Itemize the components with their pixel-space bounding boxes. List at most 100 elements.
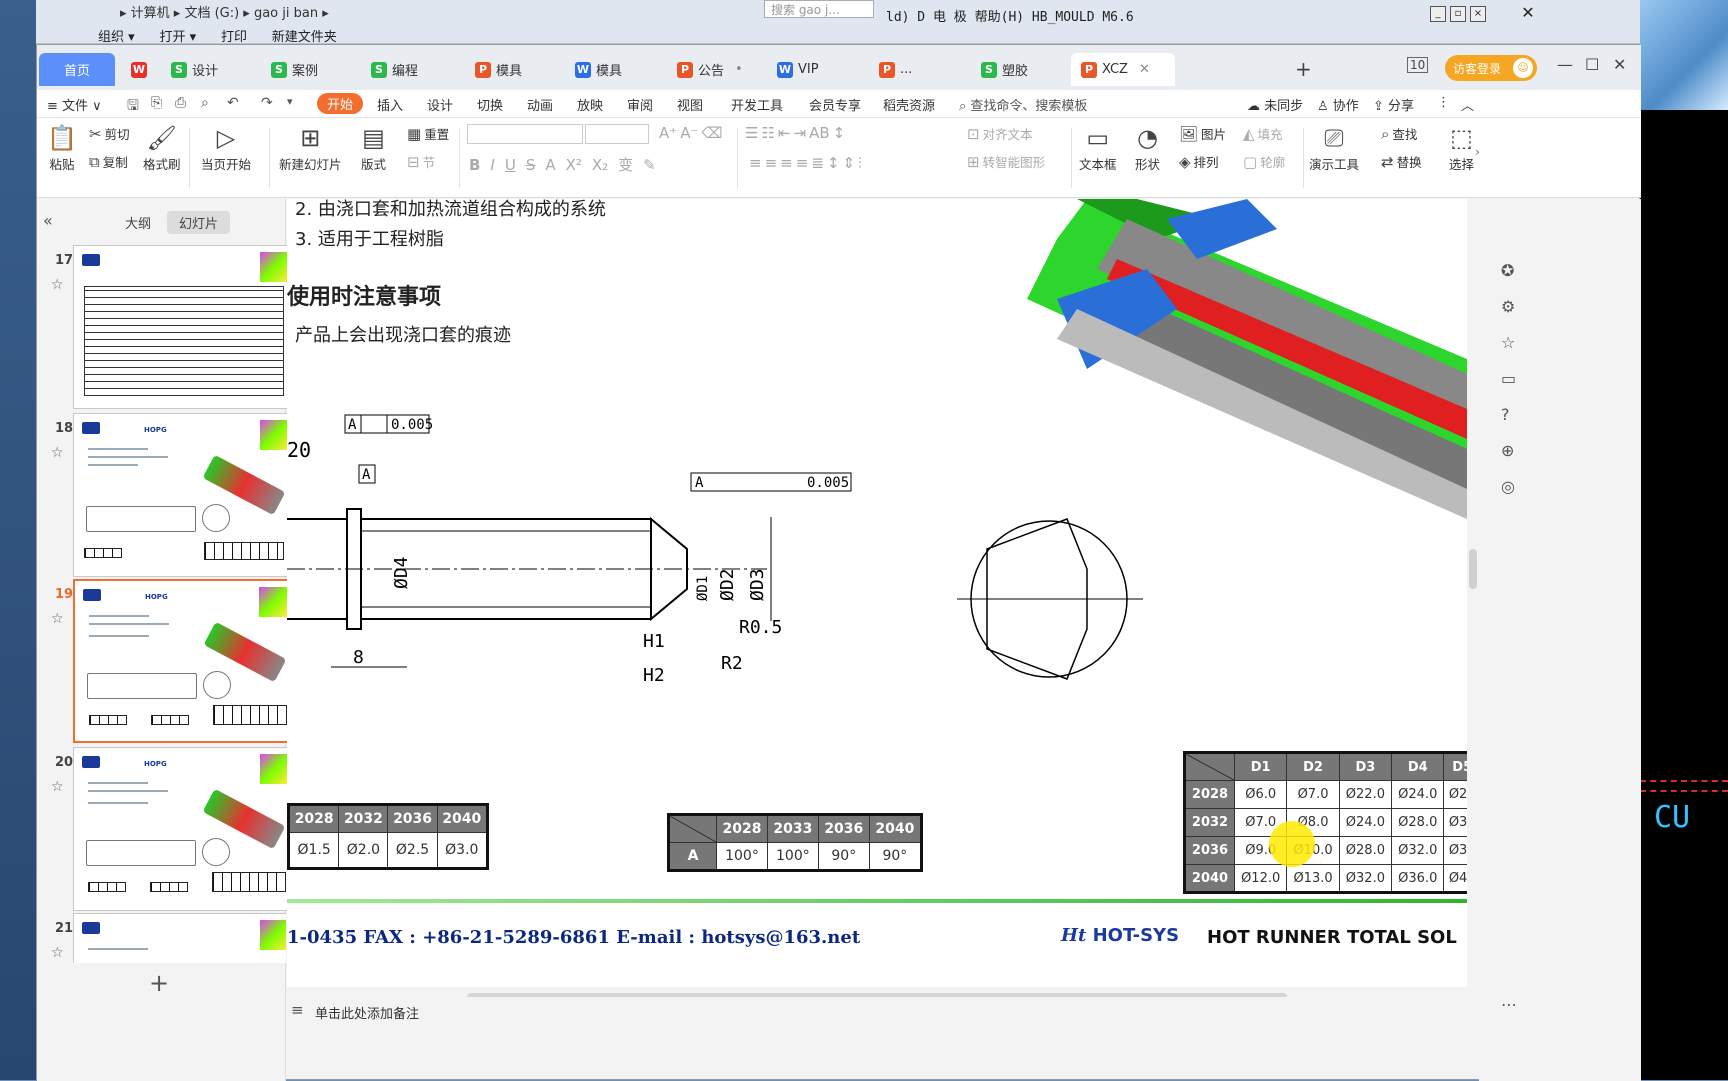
explorer-print[interactable]: 打印	[221, 30, 247, 45]
menu-member[interactable]: 会员专享	[809, 95, 861, 114]
cad-close-button[interactable]: ×	[1470, 6, 1486, 22]
cad-minimize-button[interactable]: _	[1430, 6, 1446, 22]
slide-canvas[interactable]: 2. 由浇口套和加热流道组合构成的系统 3. 适用于工程树脂 使用时注意事项 产…	[287, 199, 1467, 987]
font-family-select[interactable]	[467, 124, 583, 144]
pin-icon[interactable]: ☆	[1501, 333, 1515, 352]
tab-close-icon[interactable]: ✕	[1139, 62, 1150, 77]
menu-slideshow[interactable]: 放映	[577, 95, 603, 114]
explorer-organize[interactable]: 组织 ▾	[98, 30, 135, 45]
copy-button[interactable]: ⧉ 复制	[89, 152, 128, 171]
tab-app-icon[interactable]: W	[121, 53, 157, 86]
reset-button[interactable]: ▦ 重置	[407, 124, 449, 143]
more-icon[interactable]: ⋮	[1437, 95, 1450, 110]
list-buttons[interactable]: ☰ ☷ ⇤ ⇥ AB ↕	[745, 124, 845, 142]
vertical-scrollbar[interactable]	[1467, 199, 1479, 987]
picture-button[interactable]: 🖼 图片	[1179, 124, 1226, 143]
text-format-buttons[interactable]: B I U S A X² X₂ 变 ✎	[469, 154, 656, 175]
notes-placeholder[interactable]: 单击此处添加备注	[315, 1003, 419, 1022]
backup-icon[interactable]: ⊕	[1501, 441, 1514, 460]
tab-doc-8[interactable]: P ...	[869, 53, 965, 86]
outline-button[interactable]: ▢ 轮廓	[1243, 152, 1285, 171]
new-slide-button[interactable]: ⊞ 新建幻灯片	[279, 124, 342, 173]
preview-icon[interactable]: ⌕	[201, 95, 209, 111]
menu-insert[interactable]: 插入	[377, 95, 403, 114]
sync-status[interactable]: ☁ 未同步	[1247, 95, 1303, 114]
tab-doc-7[interactable]: W VIP	[767, 53, 863, 86]
collapse-ribbon-icon[interactable]: ︿	[1461, 95, 1474, 114]
export-icon[interactable]: ⎘	[151, 95, 162, 111]
comment-icon[interactable]: ▭	[1501, 369, 1516, 388]
select-button[interactable]: ⬚ 选择	[1449, 124, 1474, 173]
animation-pane-icon[interactable]: ✪	[1501, 261, 1514, 280]
tab-doc-3[interactable]: S 编程	[361, 53, 457, 86]
shape-button[interactable]: ◔ 形状	[1135, 124, 1160, 173]
ribbon-scroll-right-icon[interactable]: ›	[1475, 144, 1480, 159]
paste-button[interactable]: 📋 粘贴	[47, 124, 77, 173]
align-text-button[interactable]: ⊡ 对齐文本	[967, 124, 1033, 143]
tab-doc-2[interactable]: S 案例	[261, 53, 357, 86]
notes-bar[interactable]: ≡ 单击此处添加备注	[287, 997, 1479, 1025]
menu-transition[interactable]: 切换	[477, 95, 503, 114]
property-settings-icon[interactable]: ⚙	[1501, 297, 1515, 316]
explorer-breadcrumb[interactable]: ▸ 计算机 ▸ 文档 (G:) ▸ gao ji ban ▸	[120, 2, 329, 21]
help-icon[interactable]: ?	[1501, 405, 1510, 424]
slide-thumbnail[interactable]: HOPG	[73, 747, 295, 911]
tab-slides[interactable]: 幻灯片	[167, 211, 231, 234]
redo-icon[interactable]: ↷	[261, 95, 273, 111]
menu-view[interactable]: 视图	[677, 95, 703, 114]
menu-start[interactable]: 开始	[317, 93, 364, 114]
menu-design[interactable]: 设计	[427, 95, 453, 114]
slide-thumbnail[interactable]: HOPG	[73, 579, 295, 743]
explorer-search-input[interactable]: 搜索 gao j...	[764, 0, 874, 18]
print-icon[interactable]: ⎙	[175, 95, 186, 111]
cut-button[interactable]: ✂ 剪切	[89, 124, 130, 143]
tab-doc-6[interactable]: P 公告 •	[667, 53, 763, 86]
undo-icon[interactable]: ↶	[227, 95, 239, 111]
more-dropdown-icon[interactable]: ▾	[287, 95, 293, 108]
menu-animation[interactable]: 动画	[527, 95, 553, 114]
replace-button[interactable]: ⇄ 替换	[1381, 152, 1422, 171]
slide-thumbnail-row-selected[interactable]: 19 ☆ HOPG	[37, 579, 295, 743]
save-icon[interactable]: 🖫	[127, 95, 139, 119]
tab-doc-9[interactable]: S 塑胶	[971, 53, 1067, 86]
maximize-button[interactable]: ☐	[1585, 55, 1599, 74]
cad-restore-button[interactable]: ▫	[1450, 6, 1466, 22]
font-size-buttons[interactable]: A⁺ A⁻ ⌫	[659, 124, 723, 142]
menu-docer[interactable]: 稻壳资源	[883, 95, 935, 114]
align-buttons[interactable]: ≡ ≡ ≡ ≡ ≣ ↕ ⇕ ⫶	[749, 154, 862, 172]
font-size-select[interactable]	[585, 124, 649, 144]
new-tab-button[interactable]: +	[1295, 57, 1312, 81]
slide-thumbnail[interactable]: HOPG	[73, 413, 295, 577]
slide-thumbnail-row[interactable]: 21 ☆	[37, 913, 286, 963]
command-search[interactable]: ⌕ 查找命令、搜索模板	[959, 95, 1087, 114]
tab-count-icon[interactable]: 10	[1407, 57, 1429, 73]
tab-home[interactable]: 首页	[39, 53, 115, 86]
window-close-icon[interactable]: ✕	[1520, 5, 1536, 22]
explorer-open[interactable]: 打开 ▾	[159, 30, 196, 45]
layout-button[interactable]: ▤ 版式	[361, 124, 386, 173]
more-tools-icon[interactable]: ⋯	[1501, 995, 1517, 1014]
tab-doc-5[interactable]: W 模具	[565, 53, 661, 86]
fill-button[interactable]: ◭ 填充	[1243, 124, 1283, 143]
slide-thumbnail-row[interactable]: 18 ☆ HOPG	[37, 413, 295, 577]
menu-developer[interactable]: 开发工具	[731, 95, 783, 114]
tab-doc-1[interactable]: S 设计	[161, 53, 257, 86]
play-from-current-button[interactable]: ▷ 当页开始	[201, 124, 251, 173]
collaborate-button[interactable]: ♙ 协作	[1317, 95, 1359, 114]
arrange-button[interactable]: ◈ 排列	[1179, 152, 1219, 171]
find-button[interactable]: ⌕ 查找	[1381, 124, 1417, 143]
format-painter-button[interactable]: 🖌 格式刷	[143, 124, 181, 173]
smartart-button[interactable]: ⊞ 转智能图形	[967, 152, 1045, 171]
tab-doc-4[interactable]: P 模具	[465, 53, 561, 86]
slide-thumbnail-row[interactable]: 17 ☆	[37, 245, 295, 409]
tab-outline[interactable]: 大纲	[113, 211, 163, 234]
location-icon[interactable]: ◎	[1501, 477, 1515, 496]
share-button[interactable]: ⇪ 分享	[1373, 95, 1414, 114]
section-button[interactable]: ⊟ 节	[407, 152, 435, 171]
add-slide-button[interactable]: +	[149, 969, 169, 997]
scroll-thumb[interactable]	[1469, 549, 1477, 589]
present-tools-button[interactable]: ⎚ 演示工具	[1309, 124, 1359, 173]
slide-thumbnail[interactable]	[73, 913, 286, 963]
collapse-panel-icon[interactable]: «	[43, 211, 53, 230]
minimize-button[interactable]: —	[1557, 55, 1573, 74]
